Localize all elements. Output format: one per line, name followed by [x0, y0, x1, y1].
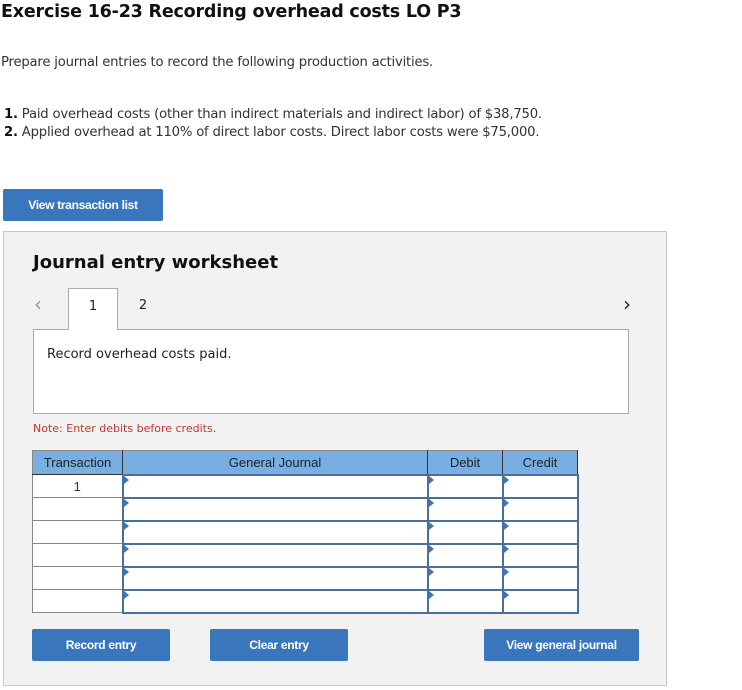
- item-text: Applied overhead at 110% of direct labor…: [21, 125, 540, 140]
- table-row: [32, 542, 579, 568]
- transaction-cell: 1: [32, 474, 123, 498]
- activity-list: 1. Paid overhead costs (other than indir…: [4, 106, 542, 142]
- instructions: Prepare journal entries to record the fo…: [1, 55, 434, 70]
- column-header-debit: Debit: [427, 450, 503, 475]
- account-select[interactable]: [121, 473, 429, 499]
- debit-input[interactable]: [426, 565, 504, 591]
- credit-input[interactable]: [501, 565, 579, 591]
- account-select[interactable]: [121, 542, 429, 568]
- transaction-cell: [32, 566, 123, 590]
- item-number: 1.: [4, 107, 18, 122]
- debit-input[interactable]: [426, 473, 504, 499]
- transaction-cell: [32, 543, 123, 567]
- view-transaction-list-button[interactable]: View transaction list: [3, 189, 163, 221]
- credit-input[interactable]: [501, 588, 579, 614]
- activity-item: 2. Applied overhead at 110% of direct la…: [4, 124, 542, 142]
- table-row: [32, 565, 579, 591]
- record-entry-button[interactable]: Record entry: [32, 629, 170, 661]
- table-row: 1: [32, 473, 579, 499]
- item-number: 2.: [4, 125, 18, 140]
- item-text: Paid overhead costs (other than indirect…: [21, 107, 542, 122]
- account-select[interactable]: [121, 519, 429, 545]
- prompt-box: Record overhead costs paid.: [33, 329, 629, 414]
- debit-input[interactable]: [426, 588, 504, 614]
- activity-item: 1. Paid overhead costs (other than indir…: [4, 106, 542, 124]
- table-row: [32, 588, 579, 614]
- transaction-cell: [32, 520, 123, 544]
- column-header-transaction: Transaction: [32, 450, 123, 475]
- worksheet-title: Journal entry worksheet: [33, 252, 279, 273]
- prompt-text: Record overhead costs paid.: [47, 347, 232, 362]
- column-header-credit: Credit: [502, 450, 578, 475]
- column-header-general-journal: General Journal: [122, 450, 428, 475]
- debit-input[interactable]: [426, 496, 504, 522]
- credit-input[interactable]: [501, 473, 579, 499]
- table-header-row: Transaction General Journal Debit Credit: [32, 450, 578, 475]
- journal-entry-worksheet: Journal entry worksheet ‹ 1 2 › Record o…: [3, 231, 667, 686]
- credit-input[interactable]: [501, 519, 579, 545]
- table-row: [32, 519, 579, 545]
- debit-input[interactable]: [426, 542, 504, 568]
- chevron-left-icon[interactable]: ‹: [34, 292, 42, 316]
- transaction-cell: [32, 589, 123, 613]
- account-select[interactable]: [121, 496, 429, 522]
- credit-input[interactable]: [501, 542, 579, 568]
- account-select[interactable]: [121, 588, 429, 614]
- page-title: Exercise 16-23 Recording overhead costs …: [1, 2, 462, 22]
- tab-1[interactable]: 1: [68, 288, 118, 330]
- clear-entry-button[interactable]: Clear entry: [210, 629, 348, 661]
- view-general-journal-button[interactable]: View general journal: [484, 629, 639, 661]
- debit-input[interactable]: [426, 519, 504, 545]
- journal-table: Transaction General Journal Debit Credit…: [32, 450, 579, 614]
- credit-input[interactable]: [501, 496, 579, 522]
- transaction-cell: [32, 497, 123, 521]
- note-text: Note: Enter debits before credits.: [33, 422, 217, 435]
- account-select[interactable]: [121, 565, 429, 591]
- chevron-right-icon[interactable]: ›: [623, 292, 631, 316]
- tab-2[interactable]: 2: [118, 288, 168, 330]
- table-row: [32, 496, 579, 522]
